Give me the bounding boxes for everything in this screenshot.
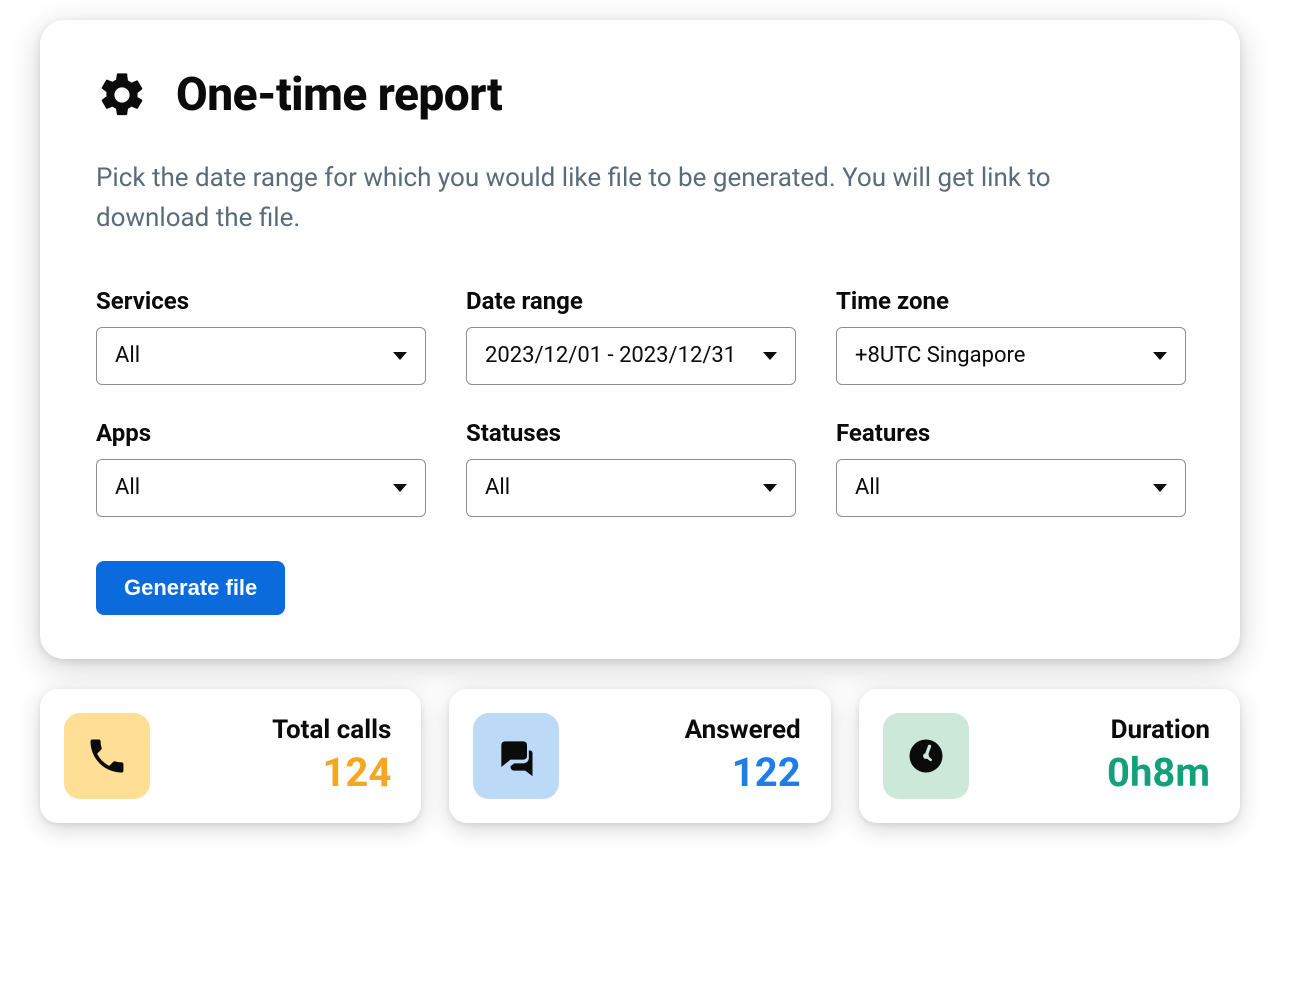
stat-text: Total calls 124 [174, 715, 391, 796]
chevron-down-icon [763, 352, 777, 360]
time-zone-value: +8UTC Singapore [855, 343, 1025, 368]
card-header: One-time report [96, 68, 1184, 122]
services-value: All [115, 343, 140, 368]
chevron-down-icon [1153, 484, 1167, 492]
stat-text: Duration 0h8m [993, 715, 1210, 796]
clock-icon [883, 713, 969, 799]
features-label: Features [836, 419, 1186, 447]
stats-row: Total calls 124 Answered 122 Duration [40, 689, 1240, 823]
total-calls-value: 124 [322, 749, 391, 796]
features-select[interactable]: All [836, 459, 1186, 517]
total-calls-label: Total calls [272, 715, 391, 745]
chevron-down-icon [393, 484, 407, 492]
gear-icon [96, 69, 148, 121]
apps-field: Apps All [96, 419, 426, 517]
generate-file-button[interactable]: Generate file [96, 561, 285, 615]
chat-icon [473, 713, 559, 799]
statuses-select[interactable]: All [466, 459, 796, 517]
apps-select[interactable]: All [96, 459, 426, 517]
services-field: Services All [96, 287, 426, 385]
phone-icon [64, 713, 150, 799]
time-zone-label: Time zone [836, 287, 1186, 315]
statuses-label: Statuses [466, 419, 796, 447]
filters-grid: Services All Date range 2023/12/01 - 202… [96, 287, 1184, 517]
services-label: Services [96, 287, 426, 315]
duration-label: Duration [1111, 715, 1210, 745]
date-range-field: Date range 2023/12/01 - 2023/12/31 [466, 287, 796, 385]
date-range-value: 2023/12/01 - 2023/12/31 [485, 343, 736, 368]
chevron-down-icon [393, 352, 407, 360]
stat-text: Answered 122 [583, 715, 800, 796]
features-value: All [855, 475, 880, 500]
answered-label: Answered [685, 715, 801, 745]
statuses-value: All [485, 475, 510, 500]
duration-value: 0h8m [1107, 749, 1210, 796]
apps-label: Apps [96, 419, 426, 447]
report-card: One-time report Pick the date range for … [40, 20, 1240, 659]
stat-card-duration: Duration 0h8m [859, 689, 1240, 823]
time-zone-field: Time zone +8UTC Singapore [836, 287, 1186, 385]
date-range-select[interactable]: 2023/12/01 - 2023/12/31 [466, 327, 796, 385]
stat-card-answered: Answered 122 [449, 689, 830, 823]
date-range-label: Date range [466, 287, 796, 315]
page-description: Pick the date range for which you would … [96, 158, 1156, 239]
statuses-field: Statuses All [466, 419, 796, 517]
answered-value: 122 [732, 749, 801, 796]
apps-value: All [115, 475, 140, 500]
features-field: Features All [836, 419, 1186, 517]
page-title: One-time report [176, 68, 502, 122]
chevron-down-icon [1153, 352, 1167, 360]
time-zone-select[interactable]: +8UTC Singapore [836, 327, 1186, 385]
services-select[interactable]: All [96, 327, 426, 385]
chevron-down-icon [763, 484, 777, 492]
stat-card-total-calls: Total calls 124 [40, 689, 421, 823]
